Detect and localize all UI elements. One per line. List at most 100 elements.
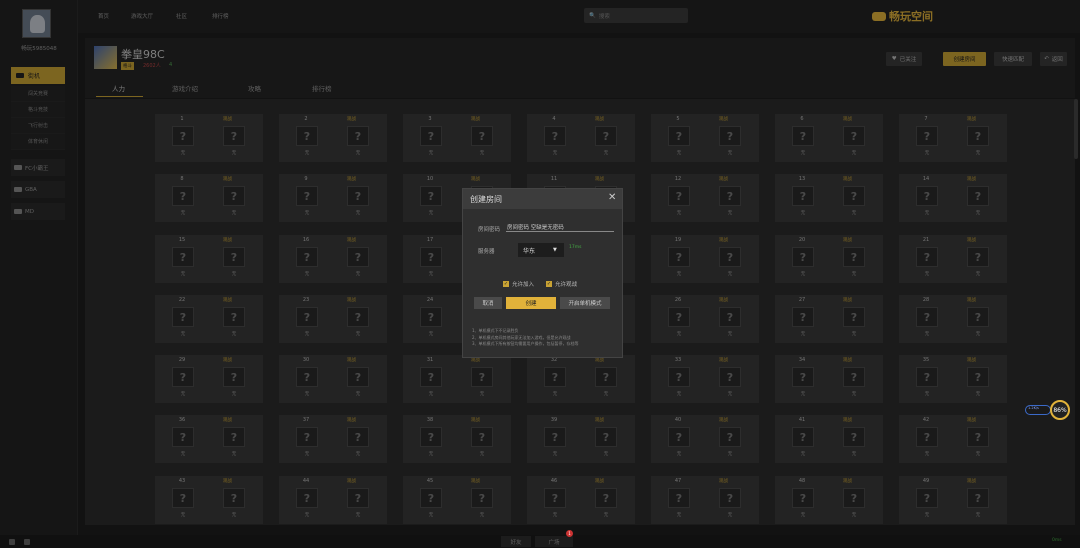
watch-icon[interactable]: 观战 [471,417,480,423]
seat-slot[interactable]: ? [544,126,566,146]
seat-slot[interactable]: ? [296,247,318,267]
seat-slot[interactable]: ? [843,126,865,146]
seat-slot[interactable]: ? [471,367,493,387]
watch-icon[interactable]: 观战 [223,357,232,363]
watch-icon[interactable]: 观战 [595,116,604,122]
speed-widget[interactable]: 1.2K/s 86% [1025,400,1075,420]
tab-intro[interactable]: 游戏介绍 [172,83,198,93]
room-card[interactable]: 30 观战?? 无 无 [279,355,387,403]
watch-icon[interactable]: 观战 [347,417,356,423]
room-card[interactable]: 39 观战?? 无 无 [527,415,635,463]
seat-slot[interactable]: ? [916,488,938,508]
create-room-button[interactable]: 创建房间 [943,52,986,66]
watch-icon[interactable]: 观战 [843,176,852,182]
seat-slot[interactable]: ? [668,186,690,206]
seat-slot[interactable]: ? [172,186,194,206]
close-icon[interactable]: ✕ [608,192,616,203]
follow-button[interactable]: ♥ 已关注 [886,52,922,66]
seat-slot[interactable]: ? [967,247,989,267]
room-card[interactable]: 43 观战?? 无 无 [155,476,263,524]
watch-icon[interactable]: 观战 [595,478,604,484]
server-select[interactable]: 华东 ▼ [518,243,564,257]
watch-icon[interactable]: 观战 [719,297,728,303]
seat-slot[interactable]: ? [843,186,865,206]
room-card[interactable]: 9 观战?? 无 无 [279,174,387,222]
seat-slot[interactable]: ? [420,247,442,267]
seat-slot[interactable]: ? [719,247,741,267]
room-card[interactable]: 5 观战?? 无 无 [651,114,759,162]
seat-slot[interactable]: ? [172,367,194,387]
seat-slot[interactable]: ? [296,488,318,508]
seat-slot[interactable]: ? [420,427,442,447]
room-card[interactable]: 29 观战?? 无 无 [155,355,263,403]
seat-slot[interactable]: ? [916,367,938,387]
room-card[interactable]: 40 观战?? 无 无 [651,415,759,463]
seat-slot[interactable]: ? [792,307,814,327]
back-button[interactable]: ↶ 返回 [1040,52,1067,66]
seat-slot[interactable]: ? [595,427,617,447]
seat-slot[interactable]: ? [471,488,493,508]
watch-icon[interactable]: 观战 [967,116,976,122]
watch-icon[interactable]: 观战 [719,176,728,182]
seat-slot[interactable]: ? [967,186,989,206]
seat-slot[interactable]: ? [792,186,814,206]
watch-icon[interactable]: 观战 [471,478,480,484]
password-field[interactable]: 房间密码 空缺是无密码 [506,223,614,232]
room-card[interactable]: 33 观战?? 无 无 [651,355,759,403]
seat-slot[interactable]: ? [719,367,741,387]
watch-icon[interactable]: 观战 [843,116,852,122]
seat-slot[interactable]: ? [347,247,369,267]
watch-icon[interactable]: 观战 [471,176,480,182]
seat-slot[interactable]: ? [347,367,369,387]
seat-slot[interactable]: ? [719,186,741,206]
seat-slot[interactable]: ? [172,427,194,447]
watch-icon[interactable]: 观战 [223,116,232,122]
seat-slot[interactable]: ? [172,126,194,146]
seat-slot[interactable]: ? [668,427,690,447]
room-card[interactable]: 3 观战?? 无 无 [403,114,511,162]
room-card[interactable]: 23 观战?? 无 无 [279,295,387,343]
seat-slot[interactable]: ? [296,427,318,447]
room-card[interactable]: 46 观战?? 无 无 [527,476,635,524]
seat-slot[interactable]: ? [967,488,989,508]
seat-slot[interactable]: ? [296,307,318,327]
allow-watch-checkbox[interactable]: ✓ 允许观战 [546,280,577,288]
seat-slot[interactable]: ? [719,126,741,146]
info-icon[interactable] [24,539,30,545]
nav-link-community[interactable]: 社区 [176,12,187,20]
sidebar-item-fc[interactable]: FC小霸王 [11,159,65,176]
watch-icon[interactable]: 观战 [595,417,604,423]
seat-slot[interactable]: ? [916,427,938,447]
seat-slot[interactable]: ? [296,186,318,206]
room-card[interactable]: 22 观战?? 无 无 [155,295,263,343]
seat-slot[interactable]: ? [471,427,493,447]
watch-icon[interactable]: 观战 [967,357,976,363]
sidebar-item-md[interactable]: MD [11,203,65,220]
watch-icon[interactable]: 观战 [843,478,852,484]
watch-icon[interactable]: 观战 [719,417,728,423]
seat-slot[interactable]: ? [347,126,369,146]
seat-slot[interactable]: ? [296,367,318,387]
room-card[interactable]: 8 观战?? 无 无 [155,174,263,222]
seat-slot[interactable]: ? [719,488,741,508]
watch-icon[interactable]: 观战 [347,297,356,303]
room-card[interactable]: 26 观战?? 无 无 [651,295,759,343]
avatar[interactable] [22,9,51,38]
seat-slot[interactable]: ? [471,126,493,146]
seat-slot[interactable]: ? [668,307,690,327]
sidebar-subitem[interactable]: 体育休闲 [11,134,65,150]
seat-slot[interactable]: ? [223,367,245,387]
room-card[interactable]: 19 观战?? 无 无 [651,235,759,283]
room-card[interactable]: 41 观战?? 无 无 [775,415,883,463]
seat-slot[interactable]: ? [296,126,318,146]
seat-slot[interactable]: ? [595,488,617,508]
room-card[interactable]: 42 观战?? 无 无 [899,415,1007,463]
seat-slot[interactable]: ? [916,126,938,146]
room-card[interactable]: 35 观战?? 无 无 [899,355,1007,403]
confirm-button[interactable]: 创建 [506,297,556,309]
watch-icon[interactable]: 观战 [347,237,356,243]
room-card[interactable]: 4 观战?? 无 无 [527,114,635,162]
watch-icon[interactable]: 观战 [223,176,232,182]
watch-icon[interactable]: 观战 [719,116,728,122]
seat-slot[interactable]: ? [719,307,741,327]
